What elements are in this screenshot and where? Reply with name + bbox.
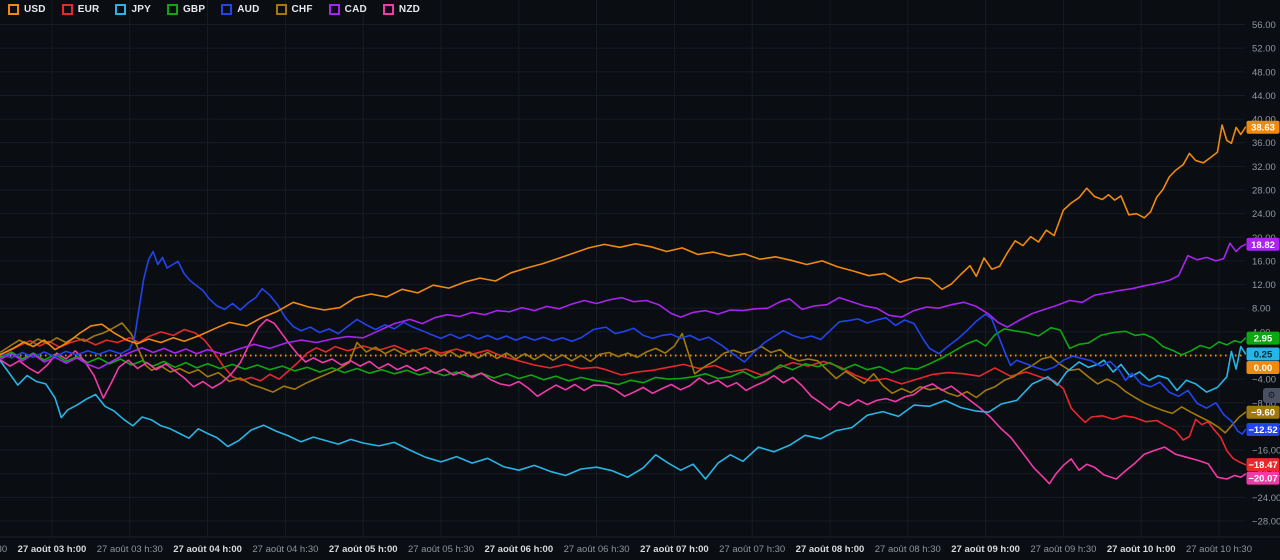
price-badge-value: −12.52 — [1248, 425, 1277, 436]
cad-color-swatch-icon — [328, 4, 340, 15]
price-tick-label: −16.00 — [1252, 446, 1280, 457]
price-badge-value: 0.25 — [1254, 350, 1273, 361]
legend-label-cad: CAD — [344, 4, 367, 15]
legend-label-jpy: JPY — [131, 4, 151, 15]
legend-label-chf: CHF — [291, 4, 313, 15]
time-tick-label: 27 août 06 h:00 — [484, 544, 553, 555]
time-tick-label: 27 août 08 h:00 — [796, 544, 865, 555]
gbp-color-swatch-icon — [166, 4, 178, 15]
time-tick-label: 27 août 03 h:00 — [18, 544, 87, 555]
time-tick-label: 27 août 09 h:00 — [951, 544, 1020, 555]
time-scale[interactable]: 27 août 02 h:30 27 août 03 h:00 27 août 03… — [0, 544, 1252, 555]
nzd-color-swatch-icon — [382, 4, 394, 15]
price-tick-label: 52.00 — [1252, 44, 1276, 55]
price-badge-value: 18.82 — [1251, 240, 1275, 251]
price-badge-value: 2.95 — [1254, 334, 1273, 345]
time-tick-label: 27 août 05 h:30 — [408, 544, 474, 555]
jpy-color-swatch-icon — [115, 4, 127, 15]
price-tick-label: 56.00 — [1252, 20, 1276, 31]
usd-color-swatch-icon — [8, 4, 19, 15]
eur-color-swatch-icon — [61, 4, 73, 15]
legend-item-usd[interactable]: USD — [6, 3, 48, 16]
time-tick-label: 27 août 10 h:00 — [1107, 544, 1176, 555]
aud-color-swatch-icon — [221, 4, 233, 15]
price-badge-value: 38.63 — [1251, 123, 1275, 134]
chart-legend: USD EUR JPY GBP AUD CHF CAD NZD — [6, 3, 422, 16]
time-tick-label: 27 août 06 h:30 — [564, 544, 630, 555]
price-tick-label: −24.00 — [1252, 493, 1280, 504]
legend-item-aud[interactable]: AUD — [219, 3, 261, 16]
legend-item-cad[interactable]: CAD — [327, 3, 369, 16]
price-scale-settings-button[interactable]: ⚙ — [1263, 388, 1280, 403]
time-tick-label: 27 août 08 h:30 — [875, 544, 941, 555]
price-tick-label: 36.00 — [1252, 138, 1276, 149]
legend-item-jpy[interactable]: JPY — [113, 3, 153, 16]
price-tick-label: 44.00 — [1252, 91, 1276, 102]
legend-label-nzd: NZD — [398, 4, 421, 15]
price-tick-label: −4.00 — [1252, 375, 1276, 386]
chart-plot-area[interactable]: 56.0052.0048.0044.0040.0036.0032.0028.00… — [0, 0, 1280, 560]
price-tick-label: 8.00 — [1252, 304, 1271, 315]
legend-item-nzd[interactable]: NZD — [381, 3, 422, 16]
price-tick-label: 32.00 — [1252, 162, 1276, 173]
price-tick-label: 28.00 — [1252, 186, 1276, 197]
time-tick-label: 27 août 04 h:00 — [173, 544, 242, 555]
price-badge-value: −9.60 — [1251, 408, 1275, 419]
price-tick-label: 12.00 — [1252, 280, 1276, 291]
currency-strength-chart: 56.00 52.00 48.00 44.00 40.00 36.00 32.00 28.00… — [0, 0, 1280, 560]
price-tick-label: 48.00 — [1252, 67, 1276, 78]
legend-label-eur: EUR — [77, 4, 100, 15]
chf-color-swatch-icon — [275, 4, 287, 15]
time-tick-label: 27 août 07 h:30 — [719, 544, 785, 555]
price-tick-label: 16.00 — [1252, 256, 1276, 267]
time-tick-label: 27 août 05 h:00 — [329, 544, 398, 555]
time-tick-label: 27 août 02 h:30 — [0, 544, 7, 555]
chart-background — [0, 0, 1280, 560]
price-tick-label: −28.00 — [1252, 516, 1280, 527]
legend-item-eur[interactable]: EUR — [60, 3, 102, 16]
time-tick-label: 27 août 10 h:30 — [1186, 544, 1252, 555]
price-badge-value: −20.07 — [1248, 474, 1277, 485]
gear-icon: ⚙ — [1267, 390, 1276, 400]
legend-label-gbp: GBP — [182, 4, 206, 15]
legend-item-gbp[interactable]: GBP — [165, 3, 207, 16]
legend-item-chf[interactable]: CHF — [274, 3, 315, 16]
price-badge-value: −18.47 — [1248, 460, 1277, 471]
legend-label-aud: AUD — [237, 4, 260, 15]
price-badge-value: 0.00 — [1254, 363, 1273, 374]
price-tick-label: 24.00 — [1252, 209, 1276, 220]
time-tick-label: 27 août 07 h:00 — [640, 544, 709, 555]
time-tick-label: 27 août 03 h:30 — [97, 544, 163, 555]
time-tick-label: 27 août 04 h:30 — [252, 544, 318, 555]
time-tick-label: 27 août 09 h:30 — [1030, 544, 1096, 555]
legend-label-usd: USD — [24, 4, 46, 15]
